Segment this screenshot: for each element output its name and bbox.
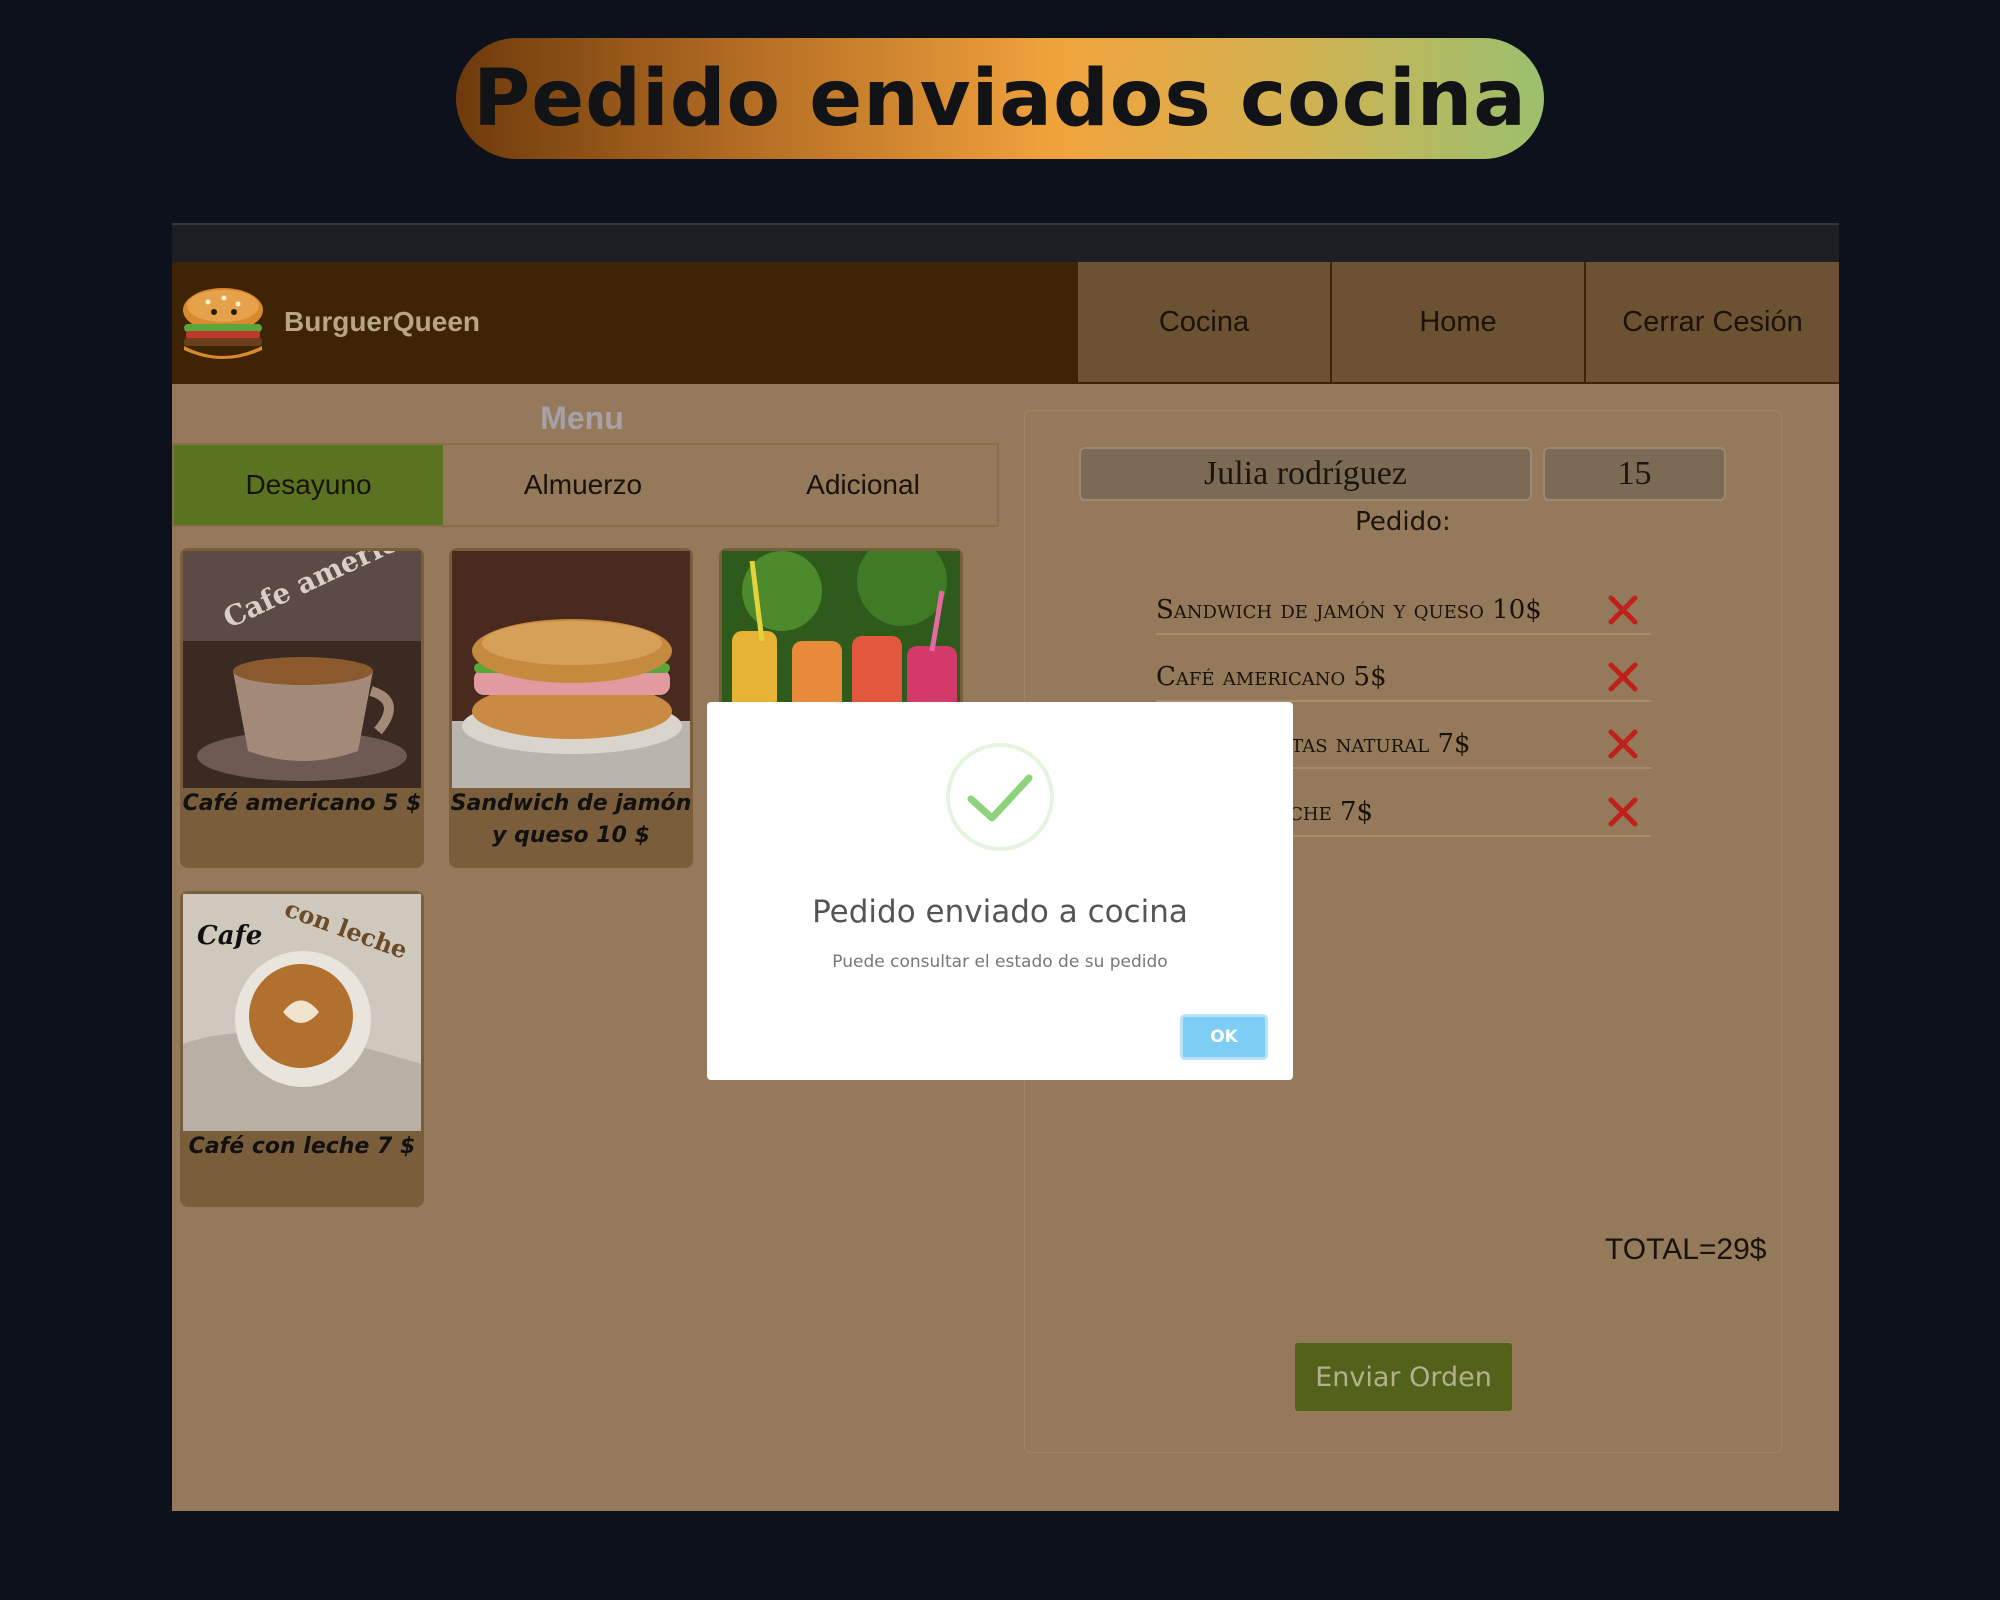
modal-subtitle: Puede consultar el estado de su pedido <box>832 952 1168 972</box>
order-total: TOTAL=29$ <box>1605 1233 1767 1266</box>
tab-adicional[interactable]: Adicional <box>723 445 1003 525</box>
nav-cocina[interactable]: Cocina <box>1076 262 1330 384</box>
sandwich-image <box>452 551 690 788</box>
order-item-text: Café americano 5$ <box>1156 662 1387 692</box>
menu-card-cafe-con-leche[interactable]: Cafe con leche Café con leche 7 $ <box>180 891 424 1207</box>
order-item: Sandwich de jamón y queso 10$ <box>1156 589 1651 635</box>
menu-card-sandwich[interactable]: Sandwich de jamón y queso 10 $ <box>449 548 693 868</box>
banner-title: Pedido enviados cocina <box>473 53 1527 144</box>
burger-logo-icon <box>183 288 263 359</box>
delete-icon[interactable] <box>1606 593 1640 627</box>
card-label: Sandwich de jamón y queso 10 $ <box>450 791 692 848</box>
card-label: Café con leche 7 $ <box>188 1134 416 1159</box>
delete-icon[interactable] <box>1606 795 1640 829</box>
nav-cerrar-sesion[interactable]: Cerrar Cesión <box>1584 262 1839 384</box>
cafe-con-leche-image: Cafe con leche <box>183 894 421 1131</box>
delete-icon[interactable] <box>1606 660 1640 694</box>
navbar: BurguerQueen Cocina Home Cerrar Cesión <box>172 262 1839 384</box>
order-label: Pedido: <box>1355 507 1451 537</box>
page-banner: Pedido enviados cocina <box>456 38 1544 159</box>
table-number-input[interactable]: 15 <box>1543 447 1726 501</box>
menu-tabs: Desayuno Almuerzo Adicional <box>172 443 999 527</box>
nav-home[interactable]: Home <box>1330 262 1584 384</box>
send-order-button[interactable]: Enviar Orden <box>1295 1343 1512 1411</box>
tab-desayuno[interactable]: Desayuno <box>174 445 443 525</box>
order-item-text: utas natural 7$ <box>1276 729 1471 759</box>
browser-top-bar <box>172 223 1839 262</box>
client-name-input[interactable]: Julia rodríguez <box>1079 447 1532 501</box>
order-item: Café americano 5$ <box>1156 656 1651 702</box>
success-modal: Pedido enviado a cocina Puede consultar … <box>707 702 1293 1080</box>
delete-icon[interactable] <box>1606 727 1640 761</box>
brand-name: BurguerQueen <box>284 306 481 337</box>
tab-almuerzo[interactable]: Almuerzo <box>443 445 723 525</box>
menu-title: Menu <box>540 400 624 436</box>
menu-card-cafe-americano[interactable]: Cafe americano Café americano 5 $ <box>180 548 424 868</box>
ok-button[interactable]: OK <box>1180 1014 1268 1060</box>
cafe-americano-image: Cafe americano <box>183 551 421 788</box>
card-image-text: Cafe <box>197 921 262 951</box>
modal-title: Pedido enviado a cocina <box>812 894 1188 930</box>
order-item-text: Sandwich de jamón y queso 10$ <box>1156 595 1542 625</box>
check-icon <box>946 743 1054 851</box>
card-label: Café americano 5 $ <box>182 791 422 816</box>
